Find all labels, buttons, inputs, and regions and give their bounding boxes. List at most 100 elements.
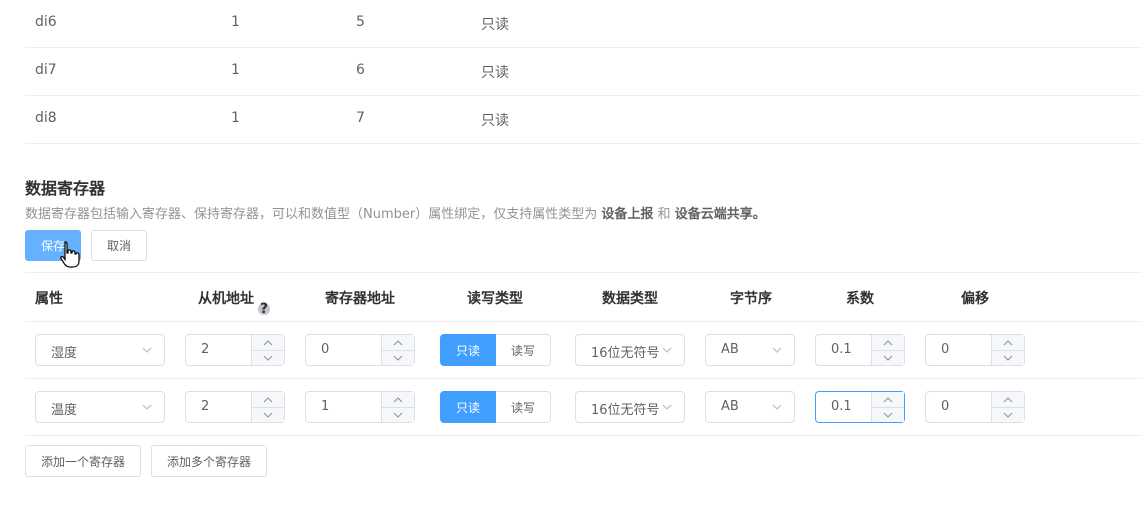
- chevron-down-icon: [883, 355, 893, 361]
- rw-type-radio-group: 只读 读写: [440, 334, 551, 366]
- offset-value: 0: [941, 342, 950, 357]
- stepper-up-button[interactable]: [992, 335, 1024, 351]
- cancel-button[interactable]: 取消: [91, 230, 147, 261]
- chevron-up-icon: [393, 339, 403, 345]
- hand-pointer-icon: [60, 241, 80, 268]
- chevron-up-icon: [263, 396, 273, 402]
- di-col2: 1: [231, 110, 240, 126]
- attr-value: 温度: [51, 403, 78, 418]
- rw-readonly-option[interactable]: 只读: [440, 334, 496, 366]
- chevron-up-icon: [263, 339, 273, 345]
- header-data-type: 数据类型: [602, 291, 658, 307]
- di-name: di8: [35, 110, 57, 126]
- di-col2: 1: [231, 62, 240, 78]
- slave-stepper[interactable]: 2: [185, 391, 285, 423]
- chevron-up-icon: [883, 396, 893, 402]
- offset-value: 0: [941, 399, 950, 414]
- stepper-down-button[interactable]: [872, 407, 904, 422]
- offset-stepper[interactable]: 0: [925, 334, 1025, 366]
- header-reg-addr: 寄存器地址: [325, 291, 395, 307]
- slave-stepper[interactable]: 2: [185, 334, 285, 366]
- register-table: 属性 从机地址? 寄存器地址 读写类型 数据类型 字节序 系数 偏移 湿度 2 …: [25, 272, 1142, 436]
- desc-mid: 和: [657, 207, 671, 222]
- stepper-up-button[interactable]: [872, 392, 904, 408]
- table-row: di6 1 5 只读: [25, 0, 1142, 48]
- stepper-down-button[interactable]: [992, 407, 1024, 422]
- factor-stepper[interactable]: 0.1: [815, 334, 905, 366]
- offset-stepper[interactable]: 0: [925, 391, 1025, 423]
- chevron-down-icon: [142, 404, 152, 410]
- stepper-down-button[interactable]: [872, 350, 904, 365]
- desc-bold-2: 设备云端共享: [674, 207, 753, 222]
- desc-suffix: 。: [752, 207, 766, 222]
- stepper-controls: [871, 335, 904, 365]
- di-col3: 7: [356, 110, 365, 126]
- section-description: 数据寄存器包括输入寄存器、保持寄存器，可以和数值型（Number）属性绑定，仅支…: [25, 203, 766, 222]
- chevron-up-icon: [393, 396, 403, 402]
- stepper-up-button[interactable]: [382, 335, 414, 351]
- stepper-controls: [871, 392, 904, 422]
- table-header: 属性 从机地址? 寄存器地址 读写类型 数据类型 字节序 系数 偏移: [25, 272, 1142, 322]
- factor-value: 0.1: [831, 399, 852, 414]
- factor-value: 0.1: [831, 342, 852, 357]
- data-type-select[interactable]: 16位无符号: [575, 391, 685, 423]
- attr-select[interactable]: 温度: [35, 391, 165, 423]
- stepper-down-button[interactable]: [992, 350, 1024, 365]
- header-slave: 从机地址?: [198, 288, 270, 316]
- table-row: 湿度 2 0 只读 读写 16位无符号 AB 0.1 0: [25, 322, 1142, 379]
- chevron-up-icon: [883, 339, 893, 345]
- stepper-up-button[interactable]: [382, 392, 414, 408]
- rw-readonly-option[interactable]: 只读: [440, 391, 496, 423]
- stepper-controls: [991, 392, 1024, 422]
- reg-addr-stepper[interactable]: 1: [305, 391, 415, 423]
- byte-order-select[interactable]: AB: [705, 391, 795, 423]
- table-row: di8 1 7 只读: [25, 96, 1142, 144]
- desc-bold-1: 设备上报: [601, 207, 654, 222]
- stepper-down-button[interactable]: [252, 350, 284, 365]
- di-col2: 1: [231, 14, 240, 30]
- section-title: 数据寄存器: [25, 179, 106, 198]
- chevron-down-icon: [1003, 412, 1013, 418]
- stepper-down-button[interactable]: [382, 407, 414, 422]
- attr-select[interactable]: 湿度: [35, 334, 165, 366]
- chevron-down-icon: [263, 412, 273, 418]
- reg-addr-stepper[interactable]: 0: [305, 334, 415, 366]
- reg-addr-value: 0: [321, 342, 330, 357]
- header-byte-order: 字节序: [730, 291, 772, 307]
- rw-type-radio-group: 只读 读写: [440, 391, 551, 423]
- stepper-up-button[interactable]: [252, 335, 284, 351]
- stepper-down-button[interactable]: [252, 407, 284, 422]
- stepper-controls: [381, 335, 414, 365]
- stepper-down-button[interactable]: [382, 350, 414, 365]
- question-circle-icon[interactable]: ?: [258, 302, 270, 316]
- stepper-controls: [251, 335, 284, 365]
- di-col3: 6: [356, 62, 365, 78]
- stepper-up-button[interactable]: [252, 392, 284, 408]
- data-type-value: 16位无符号: [591, 346, 660, 361]
- data-type-select[interactable]: 16位无符号: [575, 334, 685, 366]
- chevron-down-icon: [772, 404, 782, 410]
- add-many-registers-button[interactable]: 添加多个寄存器: [151, 445, 267, 477]
- di-col3: 5: [356, 14, 365, 30]
- header-rw-type: 读写类型: [467, 291, 523, 307]
- stepper-up-button[interactable]: [872, 335, 904, 351]
- add-one-register-button[interactable]: 添加一个寄存器: [25, 445, 141, 477]
- stepper-controls: [381, 392, 414, 422]
- rw-readwrite-option[interactable]: 读写: [496, 391, 551, 423]
- chevron-up-icon: [1003, 396, 1013, 402]
- chevron-up-icon: [1003, 339, 1013, 345]
- byte-order-value: AB: [721, 399, 739, 414]
- stepper-up-button[interactable]: [992, 392, 1024, 408]
- factor-stepper[interactable]: 0.1: [815, 391, 905, 423]
- di-access: 只读: [481, 113, 509, 129]
- table-row: di7 1 6 只读: [25, 48, 1142, 96]
- di-name: di7: [35, 62, 57, 78]
- reg-addr-value: 1: [321, 399, 330, 414]
- header-attr: 属性: [35, 291, 63, 307]
- di-table: di6 1 5 只读 di7 1 6 只读 di8 1 7 只读: [25, 0, 1142, 144]
- rw-readwrite-option[interactable]: 读写: [496, 334, 551, 366]
- di-access: 只读: [481, 65, 509, 81]
- byte-order-select[interactable]: AB: [705, 334, 795, 366]
- stepper-controls: [251, 392, 284, 422]
- table-row: 温度 2 1 只读 读写 16位无符号 AB 0.1 0: [25, 379, 1142, 436]
